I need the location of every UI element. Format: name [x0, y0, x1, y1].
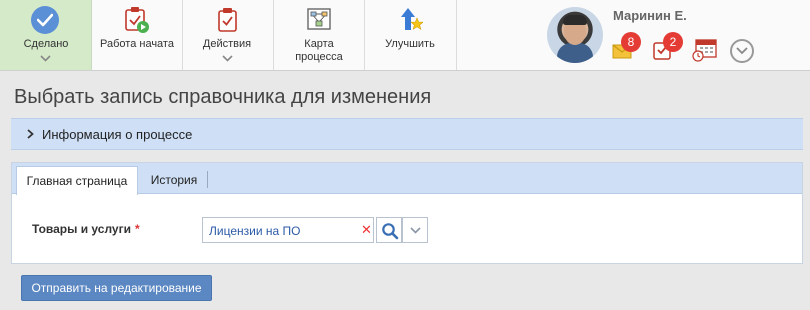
chevron-down-icon[interactable]	[40, 55, 51, 62]
dropdown-button[interactable]	[402, 217, 428, 243]
goods-services-label: Товары и услуги *	[32, 222, 140, 236]
search-icon	[382, 223, 399, 240]
tab-divider	[207, 171, 208, 188]
process-map-label-line2: процесса	[295, 51, 343, 63]
chevron-down-icon[interactable]	[222, 55, 233, 62]
process-info-label: Информация о процессе	[42, 127, 193, 142]
tab-history[interactable]: История	[140, 166, 208, 194]
goods-services-label-text: Товары и услуги	[32, 222, 131, 236]
toolbar-divider	[273, 0, 274, 70]
more-menu-button[interactable]	[730, 39, 754, 63]
page-title: Выбрать запись справочника для изменения	[14, 86, 432, 108]
chevron-down-icon	[736, 47, 748, 55]
goods-services-field[interactable]: Лицензии на ПО ✕	[202, 217, 374, 243]
chevron-down-icon	[410, 227, 421, 234]
avatar-shirt	[557, 43, 593, 63]
calendar-clock-icon	[692, 39, 717, 62]
chevron-right-icon	[27, 129, 34, 139]
process-map-icon	[307, 8, 331, 30]
work-started-button[interactable]: Работа начата	[93, 0, 181, 70]
process-info-panel[interactable]: Информация о процессе	[11, 118, 803, 150]
toolbar: Сделано Работа начата Действия Карта про…	[0, 0, 810, 71]
work-started-label: Работа начата	[100, 38, 174, 50]
actions-button[interactable]: Действия	[183, 0, 271, 70]
user-name[interactable]: Маринин Е.	[613, 8, 687, 23]
clear-icon[interactable]: ✕	[361, 222, 372, 238]
required-mark: *	[134, 222, 140, 236]
mail-count-badge: 8	[621, 32, 641, 52]
done-label: Сделано	[23, 38, 69, 50]
done-button[interactable]: Сделано	[0, 0, 92, 70]
improve-button[interactable]: Улучшить	[365, 0, 455, 70]
tasks-count-badge: 2	[663, 32, 683, 52]
process-map-label-line1: Карта	[304, 38, 334, 50]
goods-services-value[interactable]: Лицензии на ПО	[209, 224, 300, 238]
form-panel: Главная страница История Товары и услуги…	[11, 162, 803, 264]
task-play-icon	[125, 7, 149, 33]
search-button[interactable]	[376, 217, 402, 243]
submit-for-edit-button[interactable]: Отправить на редактирование	[21, 275, 212, 301]
toolbar-divider	[456, 0, 457, 70]
tab-bar: Главная страница История	[12, 163, 802, 195]
improve-label: Улучшить	[385, 38, 435, 50]
improve-arrow-star-icon	[401, 8, 423, 30]
avatar[interactable]	[547, 7, 603, 63]
actions-label: Действия	[202, 38, 252, 50]
process-map-label: Карта процесса	[275, 38, 363, 64]
process-map-button[interactable]: Карта процесса	[275, 0, 363, 70]
checkmark-icon	[31, 6, 59, 34]
avatar-hair	[563, 15, 587, 25]
tab-main-page[interactable]: Главная страница	[16, 166, 138, 195]
task-checklist-icon	[218, 8, 237, 32]
